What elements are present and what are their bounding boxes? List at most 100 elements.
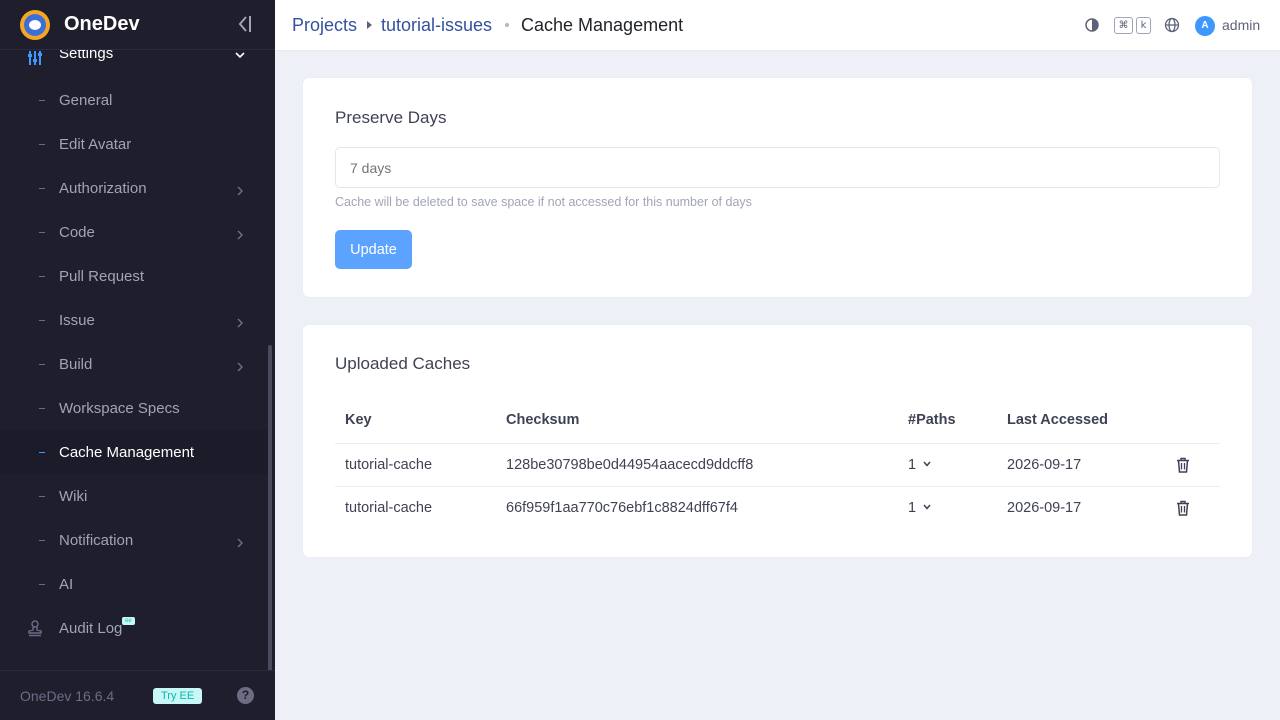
sidebar-item-label: Authorization — [59, 179, 147, 197]
sidebar-item-workspace-specs[interactable]: Workspace Specs — [0, 386, 268, 430]
column-paths: #Paths — [898, 398, 997, 444]
cache-key: tutorial-cache — [335, 443, 496, 487]
avatar[interactable]: A — [1195, 16, 1215, 36]
breadcrumb-project-link[interactable]: tutorial-issues — [381, 15, 492, 36]
sidebar-item-label: Notification — [59, 531, 134, 549]
uploaded-caches-title: Uploaded Caches — [335, 354, 471, 373]
sidebar-item-label: Code — [59, 223, 95, 241]
chevron-right-icon — [235, 227, 245, 240]
sidebar-item-general[interactable]: General — [0, 78, 268, 122]
chevron-down-icon — [922, 500, 932, 516]
cache-key: tutorial-cache — [345, 499, 433, 516]
sidebar-item-cache-management[interactable]: Cache Management — [0, 430, 268, 474]
column-actions — [1165, 398, 1220, 444]
column-key: Key — [335, 398, 496, 444]
breadcrumb-projects-link[interactable]: Projects — [292, 15, 357, 36]
sidebar-item-ai[interactable]: AI — [0, 562, 268, 606]
globe-icon[interactable] — [1164, 17, 1180, 33]
sidebar-item-settings[interactable]: Settings — [0, 50, 268, 72]
sidebar-item-code[interactable]: Code — [0, 210, 268, 254]
brand-name: OneDev — [64, 13, 140, 35]
try-ee-button[interactable]: Try EE — [153, 687, 203, 704]
sidebar-item-notification[interactable]: Notification — [0, 518, 268, 562]
sidebar-item-authorization[interactable]: Authorization — [0, 166, 268, 210]
bullet — [39, 319, 45, 321]
bullet — [39, 583, 45, 585]
sidebar-item-issue[interactable]: Issue — [0, 298, 268, 342]
theme-toggle-icon[interactable] — [1084, 17, 1100, 33]
command-key[interactable]: ⌘ — [1114, 17, 1133, 34]
sliders-icon — [26, 50, 44, 67]
cache-paths[interactable]: 1 — [898, 486, 997, 529]
sidebar-item-edit-avatar[interactable]: Edit Avatar — [0, 122, 268, 166]
trash-icon[interactable] — [1175, 500, 1220, 516]
bullet — [39, 231, 45, 233]
update-button[interactable]: Update — [335, 230, 412, 269]
bullet — [39, 407, 45, 409]
column-last-accessed: Last Accessed — [997, 398, 1165, 444]
caches-table: Key Checksum #Paths Last Accessed tutori… — [335, 398, 1220, 529]
version-label: OneDev 16.6.4 — [20, 687, 115, 704]
sidebar-item-label: General — [59, 91, 113, 109]
cache-last-accessed: 2026-09-17 — [1007, 499, 1082, 516]
onedev-logo — [20, 9, 50, 40]
sidebar-scrollbar[interactable] — [268, 345, 272, 671]
bullet — [39, 187, 45, 189]
chevron-down-icon — [234, 50, 246, 60]
cache-paths[interactable]: 1 — [898, 443, 997, 487]
cache-checksum: 66f959f1aa770c76ebf1c8824dff67f4 — [506, 499, 738, 516]
chevron-down-icon — [922, 457, 932, 473]
paths-count: 1 — [908, 456, 917, 473]
preserve-days-help: Cache will be deleted to save space if n… — [335, 195, 752, 209]
table-row: tutorial-cache 66f959f1aa770c76ebf1c8824… — [335, 486, 1220, 529]
bullet — [39, 363, 45, 365]
chevron-right-icon — [235, 183, 245, 196]
bullet — [39, 275, 45, 277]
sidebar-item-label: Audit Log — [59, 619, 123, 637]
sidebar-menu: Settings General Edit Avatar Authorizati… — [0, 50, 268, 670]
bullet — [39, 539, 45, 541]
sidebar-item-label: Build — [59, 355, 93, 373]
cache-checksum: 128be30798be0d44954aacecd9ddcff8 — [496, 443, 898, 487]
username[interactable]: admin — [1222, 17, 1260, 33]
sidebar-item-label: Edit Avatar — [59, 135, 132, 153]
sidebar-item-build[interactable]: Build — [0, 342, 268, 386]
cache-last-accessed: 2026-09-17 — [997, 443, 1165, 487]
brand: OneDev — [0, 0, 275, 50]
sidebar-item-label: Wiki — [59, 487, 88, 505]
ee-badge: ee — [122, 617, 135, 625]
preserve-days-title: Preserve Days — [335, 108, 447, 127]
paths-count: 1 — [908, 499, 917, 516]
sidebar-item-audit-log[interactable]: Audit Log — [0, 606, 268, 650]
bullet — [39, 495, 45, 497]
bullet — [39, 99, 45, 101]
trash-icon[interactable] — [1175, 457, 1220, 473]
sidebar-footer: OneDev 16.6.4 Try EE ? — [0, 670, 275, 720]
table-row: tutorial-cache 128be30798be0d44954aacecd… — [335, 443, 1220, 487]
sidebar: OneDev Settings General Edit Avatar Auth… — [0, 0, 275, 720]
k-key[interactable]: k — [1136, 17, 1151, 34]
chevron-right-icon — [235, 315, 245, 328]
preserve-days-card: Preserve Days Cache will be deleted to s… — [303, 78, 1252, 297]
separator-dot — [505, 23, 509, 27]
chevron-right-icon — [235, 359, 245, 372]
caret-right-icon — [367, 21, 372, 29]
sidebar-item-label: Pull Request — [59, 267, 145, 285]
bullet — [39, 451, 45, 453]
sidebar-item-label: AI — [59, 575, 74, 593]
column-checksum: Checksum — [496, 398, 898, 444]
sidebar-item-label: Issue — [59, 311, 95, 329]
uploaded-caches-card: Uploaded Caches Key Checksum #Paths Last… — [303, 325, 1252, 557]
sidebar-item-wiki[interactable]: Wiki — [0, 474, 268, 518]
table-header-row: Key Checksum #Paths Last Accessed — [335, 398, 1220, 444]
bullet — [39, 143, 45, 145]
sidebar-item-label: Cache Management — [59, 443, 195, 461]
page-title: Cache Management — [521, 15, 684, 35]
collapse-sidebar-icon[interactable] — [233, 13, 255, 35]
preserve-days-input[interactable] — [335, 147, 1220, 188]
help-icon[interactable]: ? — [237, 687, 254, 704]
sidebar-item-label: Settings — [59, 50, 114, 62]
sidebar-item-pull-request[interactable]: Pull Request — [0, 254, 268, 298]
stamp-icon — [26, 619, 44, 637]
chevron-right-icon — [235, 535, 245, 548]
